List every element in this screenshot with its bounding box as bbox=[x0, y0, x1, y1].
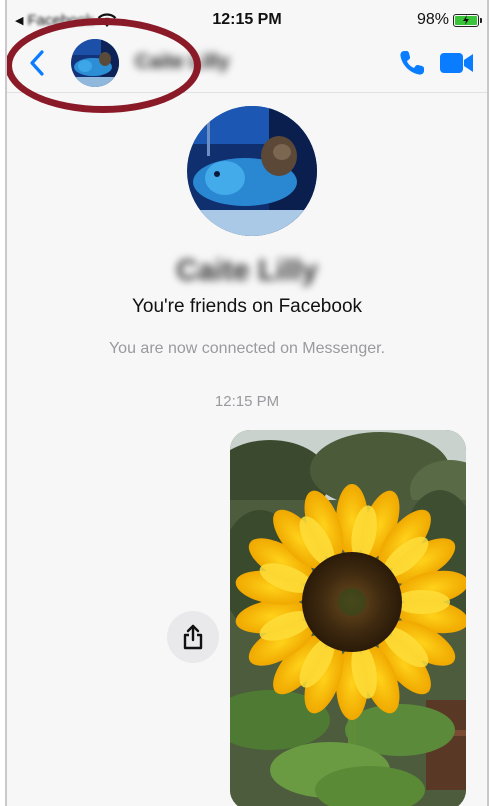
sunflower-photo bbox=[230, 430, 466, 806]
friends-status: You're friends on Facebook bbox=[131, 296, 363, 317]
status-bar: ◀ Facebook 12:15 PM 98% bbox=[7, 0, 487, 36]
battery-status: 98% bbox=[416, 11, 482, 29]
fish-photo-icon bbox=[187, 106, 317, 236]
chevron-left-icon[interactable] bbox=[27, 48, 49, 78]
chat-header: Caite Lilly bbox=[7, 36, 487, 93]
profile-name: Caite Lilly bbox=[176, 254, 318, 287]
share-button[interactable] bbox=[167, 611, 219, 663]
phone-icon[interactable] bbox=[397, 48, 427, 78]
battery-percent: 98% bbox=[416, 11, 449, 28]
video-camera-icon[interactable] bbox=[439, 50, 475, 76]
fish-photo-icon bbox=[71, 39, 119, 87]
connected-note: You are now connected on Messenger. bbox=[108, 340, 386, 357]
battery-icon bbox=[453, 13, 482, 27]
contact-avatar[interactable] bbox=[71, 39, 119, 87]
message-timestamp: 12:15 PM bbox=[214, 393, 280, 410]
photo-message[interactable] bbox=[230, 430, 466, 806]
messenger-screen: ◀ Facebook 12:15 PM 98% Caite Lilly Cait… bbox=[5, 0, 489, 806]
contact-name[interactable]: Caite Lilly bbox=[135, 51, 229, 74]
status-time: 12:15 PM bbox=[212, 11, 282, 28]
profile-avatar[interactable] bbox=[187, 106, 317, 236]
share-icon bbox=[183, 624, 203, 650]
charging-bolt-icon bbox=[463, 15, 469, 25]
